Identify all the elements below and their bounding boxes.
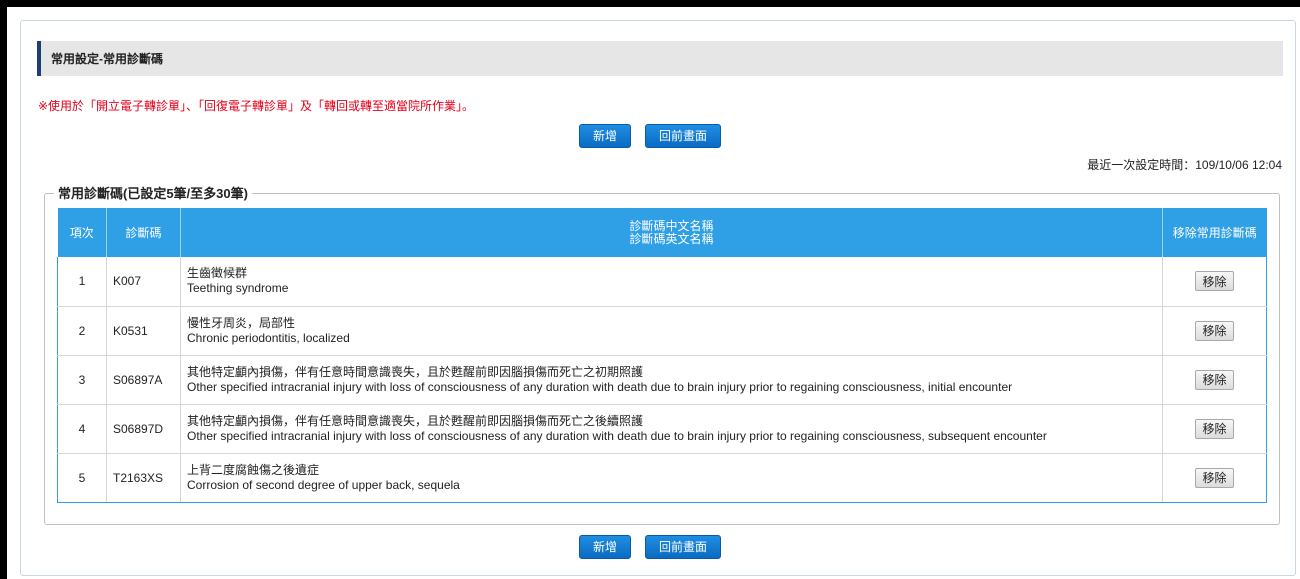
- row-action: 移除: [1162, 355, 1267, 405]
- row-code: T2163XS: [106, 453, 181, 503]
- row-name: 慢性牙周炎，局部性 Chronic periodontitis, localiz…: [180, 306, 1163, 356]
- row-name-zh: 其他特定顱內損傷，伴有任意時間意識喪失，且於甦醒前即因腦損傷而死亡之初期照護: [187, 364, 644, 379]
- header-no: 項次: [57, 208, 107, 257]
- row-no: 2: [57, 306, 107, 356]
- row-name-zh: 慢性牙周炎，局部性: [187, 315, 296, 330]
- row-code: S06897A: [106, 355, 181, 405]
- row-code: K007: [106, 257, 181, 307]
- top-button-row: 新增 回前畫面: [0, 124, 1300, 148]
- row-no: 4: [57, 404, 107, 454]
- row-no: 5: [57, 453, 107, 503]
- fieldset-legend: 常用診斷碼(已設定5筆/至多30筆): [54, 183, 252, 202]
- row-action: 移除: [1162, 257, 1267, 307]
- back-button[interactable]: 回前畫面: [645, 535, 722, 559]
- row-name-en: Chronic periodontitis, localized: [187, 330, 350, 345]
- row-code: K0531: [106, 306, 181, 356]
- remove-button[interactable]: 移除: [1195, 320, 1234, 341]
- row-name-en: Other specified intracranial injury with…: [187, 428, 1047, 443]
- row-name-en: Teething syndrome: [187, 281, 289, 296]
- table-header-row: 項次 診斷碼 診斷碼中文名稱 診斷碼英文名稱 移除常用診斷碼: [57, 208, 1267, 257]
- row-name-zh: 上背二度腐蝕傷之後遺症: [187, 462, 320, 477]
- remove-button[interactable]: 移除: [1195, 418, 1234, 439]
- remove-button[interactable]: 移除: [1195, 369, 1234, 390]
- header-name-zh: 診斷碼中文名稱: [629, 218, 714, 233]
- row-code: S06897D: [106, 404, 181, 454]
- table-row: 5 T2163XS 上背二度腐蝕傷之後遺症 Corrosion of secon…: [57, 453, 1267, 503]
- table-row: 3 S06897A 其他特定顱內損傷，伴有任意時間意識喪失，且於甦醒前即因腦損傷…: [57, 355, 1267, 405]
- row-no: 1: [57, 257, 107, 307]
- row-name-zh: 生齒徵候群: [187, 266, 248, 281]
- row-no: 3: [57, 355, 107, 405]
- remove-button[interactable]: 移除: [1195, 467, 1234, 488]
- usage-notice: ※使用於「開立電子轉診單」、「回復電子轉診單」及「轉回或轉至適當院所作業」。: [38, 99, 475, 113]
- row-name: 上背二度腐蝕傷之後遺症 Corrosion of second degree o…: [180, 453, 1163, 503]
- row-action: 移除: [1162, 453, 1267, 503]
- diagnosis-code-table: 項次 診斷碼 診斷碼中文名稱 診斷碼英文名稱 移除常用診斷碼 1 K007 生齒…: [57, 208, 1267, 503]
- row-name: 其他特定顱內損傷，伴有任意時間意識喪失，且於甦醒前即因腦損傷而死亡之初期照護 O…: [180, 355, 1163, 405]
- table-row: 2 K0531 慢性牙周炎，局部性 Chronic periodontitis,…: [57, 306, 1267, 356]
- header-action: 移除常用診斷碼: [1162, 208, 1267, 257]
- row-action: 移除: [1162, 306, 1267, 356]
- table-row: 1 K007 生齒徵候群 Teething syndrome 移除: [57, 257, 1267, 307]
- bottom-button-row: 新增 回前畫面: [0, 535, 1300, 559]
- row-name: 其他特定顱內損傷，伴有任意時間意識喪失，且於甦醒前即因腦損傷而死亡之後續照護 O…: [180, 404, 1163, 454]
- back-button[interactable]: 回前畫面: [645, 124, 722, 148]
- page-title: 常用設定-常用診斷碼: [51, 52, 163, 66]
- remove-button[interactable]: 移除: [1195, 271, 1234, 292]
- table-row: 4 S06897D 其他特定顱內損傷，伴有任意時間意識喪失，且於甦醒前即因腦損傷…: [57, 404, 1267, 454]
- header-name: 診斷碼中文名稱 診斷碼英文名稱: [180, 208, 1163, 257]
- header-name-en: 診斷碼英文名稱: [629, 231, 714, 246]
- header-code: 診斷碼: [106, 208, 181, 257]
- row-name-zh: 其他特定顱內損傷，伴有任意時間意識喪失，且於甦醒前即因腦損傷而死亡之後續照護: [187, 413, 644, 428]
- row-name-en: Corrosion of second degree of upper back…: [187, 477, 460, 492]
- row-name: 生齒徵候群 Teething syndrome: [180, 257, 1163, 307]
- add-button[interactable]: 新增: [578, 535, 631, 559]
- row-name-en: Other specified intracranial injury with…: [187, 379, 1013, 394]
- add-button[interactable]: 新增: [578, 124, 631, 148]
- page-title-bar: 常用設定-常用診斷碼: [37, 41, 1283, 76]
- last-set-time: 最近一次設定時間：109/10/06 12:04: [1087, 158, 1282, 172]
- row-action: 移除: [1162, 404, 1267, 454]
